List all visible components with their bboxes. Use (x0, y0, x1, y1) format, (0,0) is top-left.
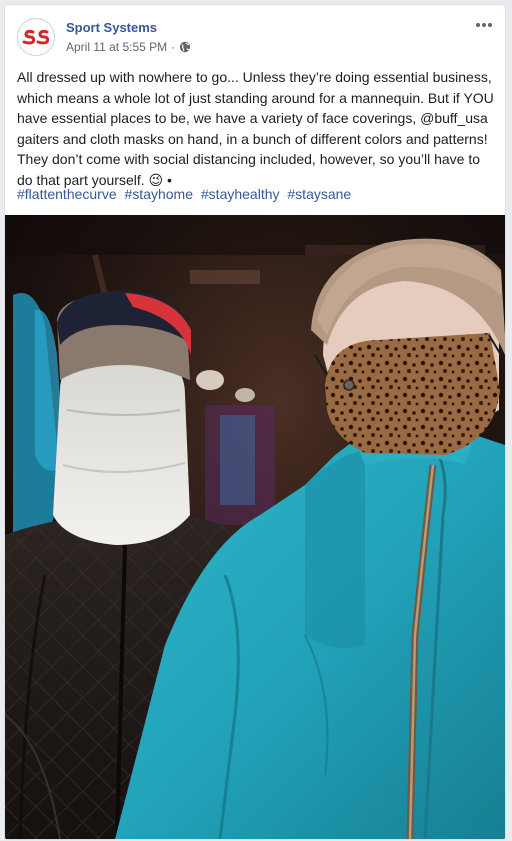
hashtag-link[interactable]: #stayhome (125, 186, 193, 202)
hashtag-link[interactable]: #staysane (287, 186, 351, 202)
globe-icon[interactable] (179, 41, 191, 53)
post-card: Sport Systems April 11 at 5:55 PM · All … (4, 4, 506, 840)
more-options-icon[interactable] (473, 15, 495, 35)
post-timestamp[interactable]: April 11 at 5:55 PM (66, 40, 167, 54)
post-body: All dressed up with nowhere to go... Unl… (17, 69, 494, 188)
post-text: All dressed up with nowhere to go... Unl… (17, 67, 497, 190)
hashtag-row: #flattenthecurve #stayhome #stayhealthy … (17, 186, 497, 202)
page-avatar[interactable] (17, 18, 55, 56)
hashtag-link[interactable]: #flattenthecurve (17, 186, 117, 202)
page-name-link[interactable]: Sport Systems (66, 20, 157, 35)
sport-systems-logo (22, 29, 50, 45)
post-header: Sport Systems April 11 at 5:55 PM · (5, 5, 505, 63)
post-meta: April 11 at 5:55 PM · (66, 40, 191, 54)
hashtag-link[interactable]: #stayhealthy (201, 186, 280, 202)
post-photo[interactable] (5, 215, 505, 839)
meta-separator: · (171, 40, 176, 54)
